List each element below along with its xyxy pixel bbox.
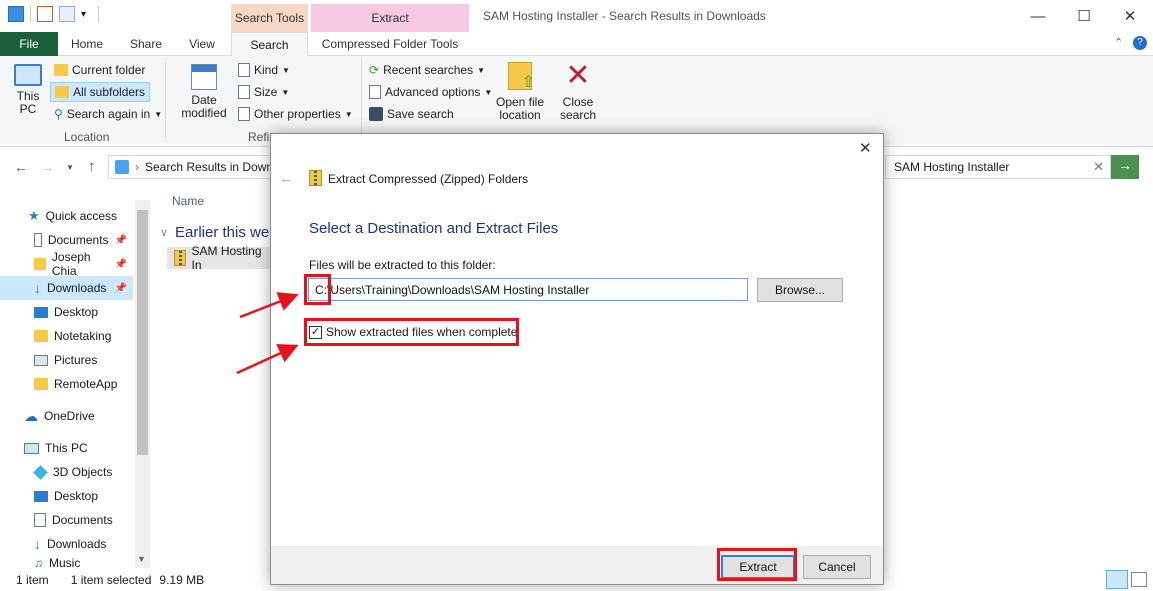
annotation-arrow: [239, 292, 299, 319]
annotation-arrows: [236, 292, 299, 375]
annotation-arrow: [236, 344, 299, 375]
